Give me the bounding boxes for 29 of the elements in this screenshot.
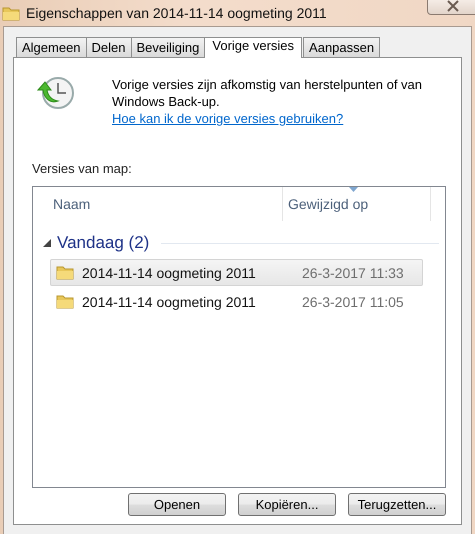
column-header[interactable]: Gewijzigd op [283,187,431,221]
sort-icon [349,187,358,192]
info-text: Vorige versies zijn afkomstig van herstelpunten of van Windows Back-up. Hoe kan ik de vorige versies gebruiken? [112,76,424,127]
tab[interactable]: Beveiliging [130,37,206,57]
folder-name: 2014-11-14 oogmeting 2011 [82,264,257,280]
close-button[interactable] [427,0,475,15]
version-row[interactable]: 2014-11-14 oogmeting 2011 26-3-2017 11:05 [50,288,423,315]
modified-date: 26-3-2017 11:33 [302,264,404,280]
tab[interactable]: Vorige versies [204,37,302,58]
window-title: Eigenschappen van 2014-11-14 oogmeting 2011 [26,5,327,21]
close-icon [445,0,461,12]
column-header[interactable]: Naam [33,187,283,221]
action-button[interactable]: Terugzetten... [348,493,446,516]
group-header[interactable]: Vandaag (2) [57,233,150,253]
tab[interactable]: Aanpassen [303,37,380,57]
action-button[interactable]: Openen [128,493,226,516]
folder-icon [56,265,74,280]
versions-label: Versies van map: [32,161,133,176]
folder-icon [56,294,74,309]
action-button[interactable]: Kopiëren... [238,493,336,516]
collapse-icon[interactable] [43,239,51,247]
folder-icon [2,6,20,20]
folder-name: 2014-11-14 oogmeting 2011 [82,294,257,310]
tab[interactable]: Delen [86,37,132,57]
version-row[interactable]: 2014-11-14 oogmeting 2011 26-3-2017 11:33 [50,259,423,286]
tab[interactable]: Algemeen [16,37,87,57]
clock-restore-icon [36,76,74,112]
help-link[interactable]: Hoe kan ik de vorige versies gebruiken? [112,111,344,126]
modified-date: 26-3-2017 11:05 [302,294,404,310]
